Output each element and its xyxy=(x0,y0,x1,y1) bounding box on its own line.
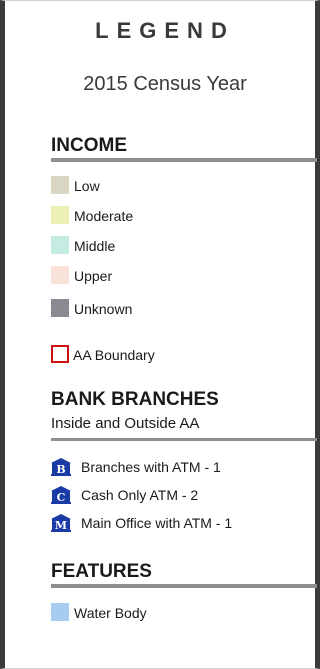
legend-title: LEGEND xyxy=(95,18,235,43)
legend-item-main-office-with-atm: M Main Office with ATM - 1 xyxy=(51,513,232,533)
middle-income-swatch xyxy=(51,236,69,254)
legend-item-label: Cash Only ATM - 2 xyxy=(81,486,199,503)
bank-M-icon: M xyxy=(51,514,71,532)
income-heading: INCOME xyxy=(51,135,127,156)
legend-item-aa-boundary: AA Boundary xyxy=(51,341,155,363)
legend-item-label: Branches with ATM - 1 xyxy=(81,458,221,475)
upper-income-swatch xyxy=(51,266,69,284)
legend-item-cash-only-atm: C Cash Only ATM - 2 xyxy=(51,485,198,505)
water-body-swatch xyxy=(51,603,69,621)
legend-item-middle: Middle xyxy=(51,232,115,254)
legend-item-label: Low xyxy=(74,178,100,194)
svg-text:M: M xyxy=(55,519,67,532)
bank-B-icon: B xyxy=(51,458,71,476)
legend-item-low: Low xyxy=(51,172,100,194)
svg-text:C: C xyxy=(57,491,66,504)
svg-text:B: B xyxy=(56,463,65,476)
legend-item-branches-with-atm: B Branches with ATM - 1 xyxy=(51,457,221,477)
legend-item-label: Unknown xyxy=(74,301,133,317)
legend-item-label: Middle xyxy=(74,238,116,254)
legend-item-water-body: Water Body xyxy=(51,599,147,621)
legend-item-unknown: Unknown xyxy=(51,295,132,317)
legend-item-upper: Upper xyxy=(51,262,112,284)
legend-panel: LEGEND 2015 Census Year INCOME Low Moder… xyxy=(0,0,320,669)
legend-item-label: AA Boundary xyxy=(73,347,155,363)
unknown-income-swatch xyxy=(51,299,69,317)
bank-branches-heading: BANK BRANCHES xyxy=(51,389,219,410)
census-year-subtitle: 2015 Census Year xyxy=(83,73,247,95)
legend-item-label: Moderate xyxy=(74,208,134,224)
legend-item-label: Upper xyxy=(74,268,113,284)
income-divider xyxy=(51,158,317,162)
bank-branches-subheading: Inside and Outside AA xyxy=(51,415,200,432)
legend-item-label: Main Office with ATM - 1 xyxy=(81,514,233,531)
bank-branches-divider xyxy=(51,438,317,441)
legend-item-label: Water Body xyxy=(74,605,147,621)
legend-item-moderate: Moderate xyxy=(51,202,133,224)
bank-C-icon: C xyxy=(51,486,71,504)
features-divider xyxy=(51,584,317,588)
features-heading: FEATURES xyxy=(51,561,152,582)
moderate-income-swatch xyxy=(51,206,69,224)
low-income-swatch xyxy=(51,176,69,194)
aa-boundary-swatch xyxy=(51,345,69,363)
